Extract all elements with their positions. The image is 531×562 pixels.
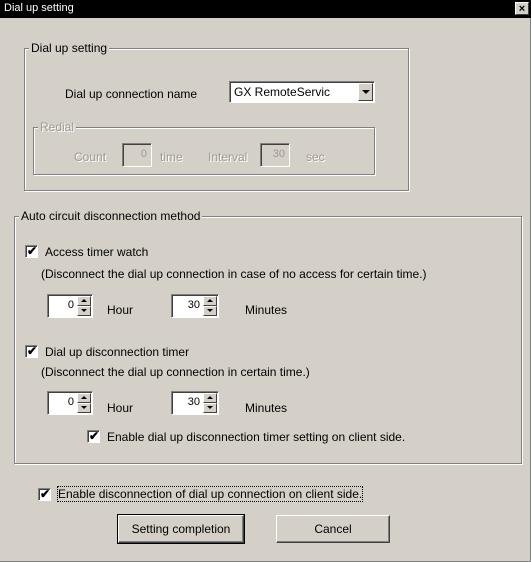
dial-up-setting-group-label: Dial up setting — [29, 41, 110, 55]
access-timer-description: (Disconnect the dial up connection in ca… — [41, 267, 427, 281]
spin-down-button[interactable] — [203, 306, 217, 316]
redial-interval-label: Interval — [208, 150, 248, 164]
dial-up-disconnection-timer-checkbox[interactable]: ✔ — [25, 344, 38, 358]
auto-disconnection-group-label: Auto circuit disconnection method — [19, 209, 203, 223]
client-side-disconnection-checkbox[interactable]: ✔ — [38, 487, 51, 501]
arrow-down-icon — [81, 309, 87, 312]
spin-up-button[interactable] — [77, 393, 91, 403]
arrow-up-icon — [81, 299, 87, 302]
connection-name-combobox[interactable]: GX RemoteServic — [229, 81, 375, 103]
client-side-timer-setting-label: Enable dial up disconnection timer setti… — [107, 430, 406, 444]
arrow-down-icon — [81, 406, 87, 409]
arrow-up-icon — [81, 396, 87, 399]
connection-name-label: Dial up connection name — [65, 87, 198, 101]
spin-down-button[interactable] — [77, 403, 91, 413]
arrow-down-icon — [207, 406, 213, 409]
disconnection-timer-minutes-label: Minutes — [245, 401, 288, 415]
access-timer-hour-value: 0 — [67, 299, 74, 311]
check-icon: ✔ — [27, 244, 38, 258]
spin-up-button[interactable] — [203, 296, 217, 306]
disconnection-timer-hour-label: Hour — [107, 401, 134, 415]
redial-count-value: 0 — [140, 148, 147, 160]
check-icon: ✔ — [89, 429, 100, 443]
dial-up-disconnection-timer-label: Dial up disconnection timer — [45, 345, 190, 359]
access-timer-minutes-value: 30 — [187, 299, 200, 311]
chevron-down-icon — [362, 90, 370, 94]
dial-up-setting-dialog: Dial up setting × Dial up setting Dial u… — [0, 0, 531, 562]
title-bar: Dial up setting × — [0, 0, 531, 18]
redial-sec-unit: sec — [306, 150, 325, 164]
access-timer-hour-spinner[interactable]: 0 — [47, 294, 93, 318]
window-title: Dial up setting — [4, 2, 74, 14]
disconnection-timer-minutes-value: 30 — [187, 396, 200, 408]
redial-count-field: 0 — [122, 143, 152, 167]
disconnection-timer-hour-value: 0 — [67, 396, 74, 408]
connection-name-value: GX RemoteServic — [234, 85, 331, 99]
arrow-down-icon — [207, 309, 213, 312]
client-side-timer-setting-checkbox[interactable]: ✔ — [87, 429, 100, 443]
check-icon: ✔ — [40, 487, 51, 501]
check-icon: ✔ — [27, 344, 38, 358]
connection-name-dropdown-button[interactable] — [358, 83, 373, 101]
arrow-up-icon — [207, 396, 213, 399]
disconnection-timer-minutes-spinner[interactable]: 30 — [171, 391, 219, 415]
access-timer-minutes-label: Minutes — [245, 303, 288, 317]
client-side-disconnection-label: Enable disconnection of dial up connecti… — [56, 486, 364, 502]
auto-disconnection-group: Auto circuit disconnection method ✔ Acce… — [14, 209, 522, 464]
disconnection-timer-description: (Disconnect the dial up connection in ce… — [41, 365, 310, 379]
spin-down-button[interactable] — [203, 403, 217, 413]
arrow-up-icon — [207, 299, 213, 302]
access-timer-watch-checkbox[interactable]: ✔ — [25, 244, 38, 258]
redial-time-unit: time — [160, 150, 183, 164]
spin-up-button[interactable] — [203, 393, 217, 403]
redial-count-label: Count — [74, 150, 107, 164]
access-timer-watch-label: Access timer watch — [45, 245, 149, 259]
access-timer-hour-label: Hour — [107, 303, 134, 317]
close-icon: × — [518, 3, 526, 15]
dial-up-setting-group: Dial up setting Dial up connection name … — [24, 41, 409, 191]
close-button[interactable]: × — [515, 2, 529, 15]
redial-group: Redial Count 0 time Interval 30 sec — [33, 120, 375, 175]
redial-interval-value: 30 — [272, 148, 285, 160]
spin-down-button[interactable] — [77, 306, 91, 316]
setting-completion-button[interactable]: Setting completion — [117, 514, 245, 544]
redial-group-label: Redial — [38, 120, 77, 134]
redial-interval-field: 30 — [260, 143, 290, 167]
disconnection-timer-hour-spinner[interactable]: 0 — [47, 391, 93, 415]
access-timer-minutes-spinner[interactable]: 30 — [171, 294, 219, 318]
spin-up-button[interactable] — [77, 296, 91, 306]
cancel-button[interactable]: Cancel — [276, 515, 390, 543]
